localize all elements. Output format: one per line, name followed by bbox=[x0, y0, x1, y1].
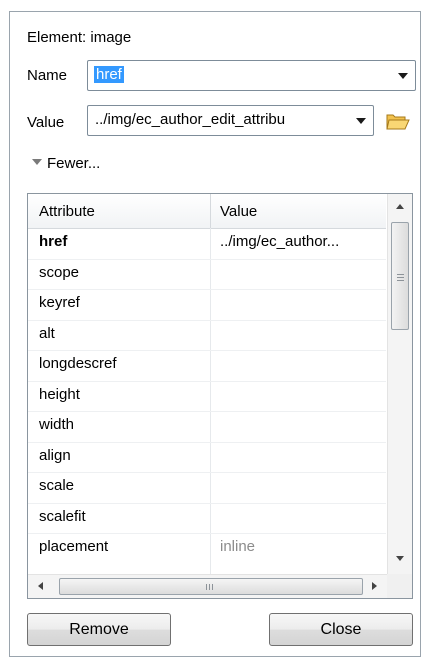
table-row[interactable]: height bbox=[28, 381, 386, 411]
attribute-name-cell[interactable]: height bbox=[39, 386, 80, 403]
scroll-right-icon[interactable] bbox=[372, 582, 377, 590]
attribute-name-cell[interactable]: width bbox=[39, 416, 74, 433]
vertical-scrollbar[interactable] bbox=[387, 194, 412, 574]
attribute-name-cell[interactable]: align bbox=[39, 447, 71, 464]
folder-open-icon[interactable] bbox=[385, 110, 411, 132]
table-row[interactable]: href ../img/ec_author... bbox=[28, 228, 386, 258]
name-input-text[interactable]: href bbox=[94, 66, 124, 83]
column-attribute[interactable]: Attribute bbox=[39, 203, 95, 220]
remove-button[interactable]: Remove bbox=[27, 613, 171, 646]
horizontal-scrollbar[interactable] bbox=[28, 574, 412, 598]
attributes-table[interactable]: Attribute Value href ../img/ec_author...s… bbox=[27, 193, 413, 599]
scroll-up-icon[interactable] bbox=[396, 204, 404, 209]
value-label: Value bbox=[27, 114, 65, 131]
attribute-name-cell[interactable]: scope bbox=[39, 264, 79, 281]
attribute-name-cell[interactable]: href bbox=[39, 233, 67, 250]
table-row[interactable]: scalefit bbox=[28, 503, 386, 533]
table-row[interactable]: alt bbox=[28, 320, 386, 350]
attribute-value-cell[interactable]: ../img/ec_author... bbox=[220, 233, 339, 250]
value-input-text[interactable]: ../img/ec_author_edit_attribu bbox=[95, 111, 285, 128]
attribute-name-cell[interactable]: keyref bbox=[39, 294, 80, 311]
scroll-down-icon[interactable] bbox=[396, 556, 404, 561]
chevron-down-icon[interactable] bbox=[356, 117, 366, 124]
element-title: Element: image bbox=[27, 29, 132, 46]
table-row[interactable]: scale bbox=[28, 472, 386, 502]
chevron-down-icon[interactable] bbox=[398, 72, 408, 79]
name-combobox[interactable]: href bbox=[87, 60, 416, 91]
attribute-name-cell[interactable]: alt bbox=[39, 325, 55, 342]
value-combobox[interactable]: ../img/ec_author_edit_attribu bbox=[87, 105, 374, 136]
table-row[interactable]: scope bbox=[28, 259, 386, 289]
horizontal-scroll-thumb[interactable] bbox=[59, 578, 363, 595]
fewer-toggle[interactable]: Fewer... bbox=[47, 155, 100, 172]
triangle-down-icon[interactable] bbox=[32, 159, 42, 165]
table-row[interactable]: width bbox=[28, 411, 386, 441]
close-button[interactable]: Close bbox=[269, 613, 413, 646]
table-row[interactable]: placement inline bbox=[28, 533, 386, 563]
name-label: Name bbox=[27, 67, 68, 84]
table-row[interactable]: keyref bbox=[28, 289, 386, 319]
attribute-name-cell[interactable]: scale bbox=[39, 477, 74, 494]
attribute-name-cell[interactable]: placement bbox=[39, 538, 108, 555]
attribute-name-cell[interactable]: longdescref bbox=[39, 355, 117, 372]
table-row[interactable]: longdescref bbox=[28, 350, 386, 380]
vertical-scroll-thumb[interactable] bbox=[391, 222, 409, 330]
table-header: Attribute Value bbox=[28, 194, 386, 229]
scroll-left-icon[interactable] bbox=[38, 582, 43, 590]
table-row[interactable]: align bbox=[28, 442, 386, 472]
column-value[interactable]: Value bbox=[220, 203, 257, 220]
attribute-value-cell[interactable]: inline bbox=[220, 538, 255, 555]
scroll-corner bbox=[387, 574, 412, 598]
attribute-name-cell[interactable]: scalefit bbox=[39, 508, 86, 525]
